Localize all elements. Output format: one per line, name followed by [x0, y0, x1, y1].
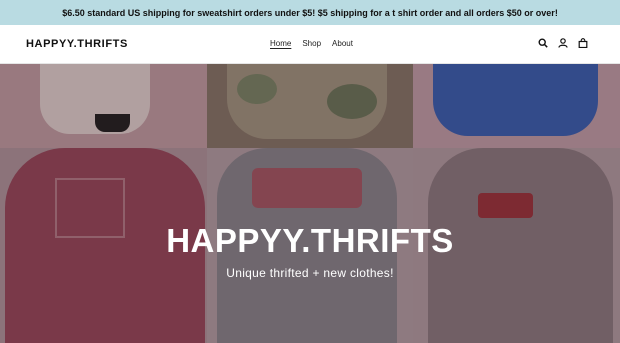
- hero-banner: HAPPYY.THRIFTS Unique thrifted + new clo…: [0, 64, 620, 343]
- cart-icon[interactable]: [578, 38, 588, 48]
- hero-subtitle: Unique thrifted + new clothes!: [226, 266, 394, 280]
- site-header: HAPPYY.THRIFTS Home Shop About: [0, 25, 620, 64]
- announcement-text: $6.50 standard US shipping for sweatshir…: [62, 7, 558, 18]
- hero-overlay: [0, 64, 620, 343]
- nav-shop[interactable]: Shop: [302, 39, 321, 48]
- search-icon[interactable]: [538, 38, 548, 48]
- account-icon[interactable]: [558, 38, 568, 48]
- site-logo[interactable]: HAPPYY.THRIFTS: [26, 38, 128, 50]
- hero-title: HAPPYY.THRIFTS: [166, 222, 454, 259]
- announcement-bar: $6.50 standard US shipping for sweatshir…: [0, 0, 620, 25]
- nav-home[interactable]: Home: [270, 39, 291, 48]
- main-nav: Home Shop About: [270, 39, 353, 48]
- header-icons: [538, 38, 588, 48]
- nav-about[interactable]: About: [332, 39, 353, 48]
